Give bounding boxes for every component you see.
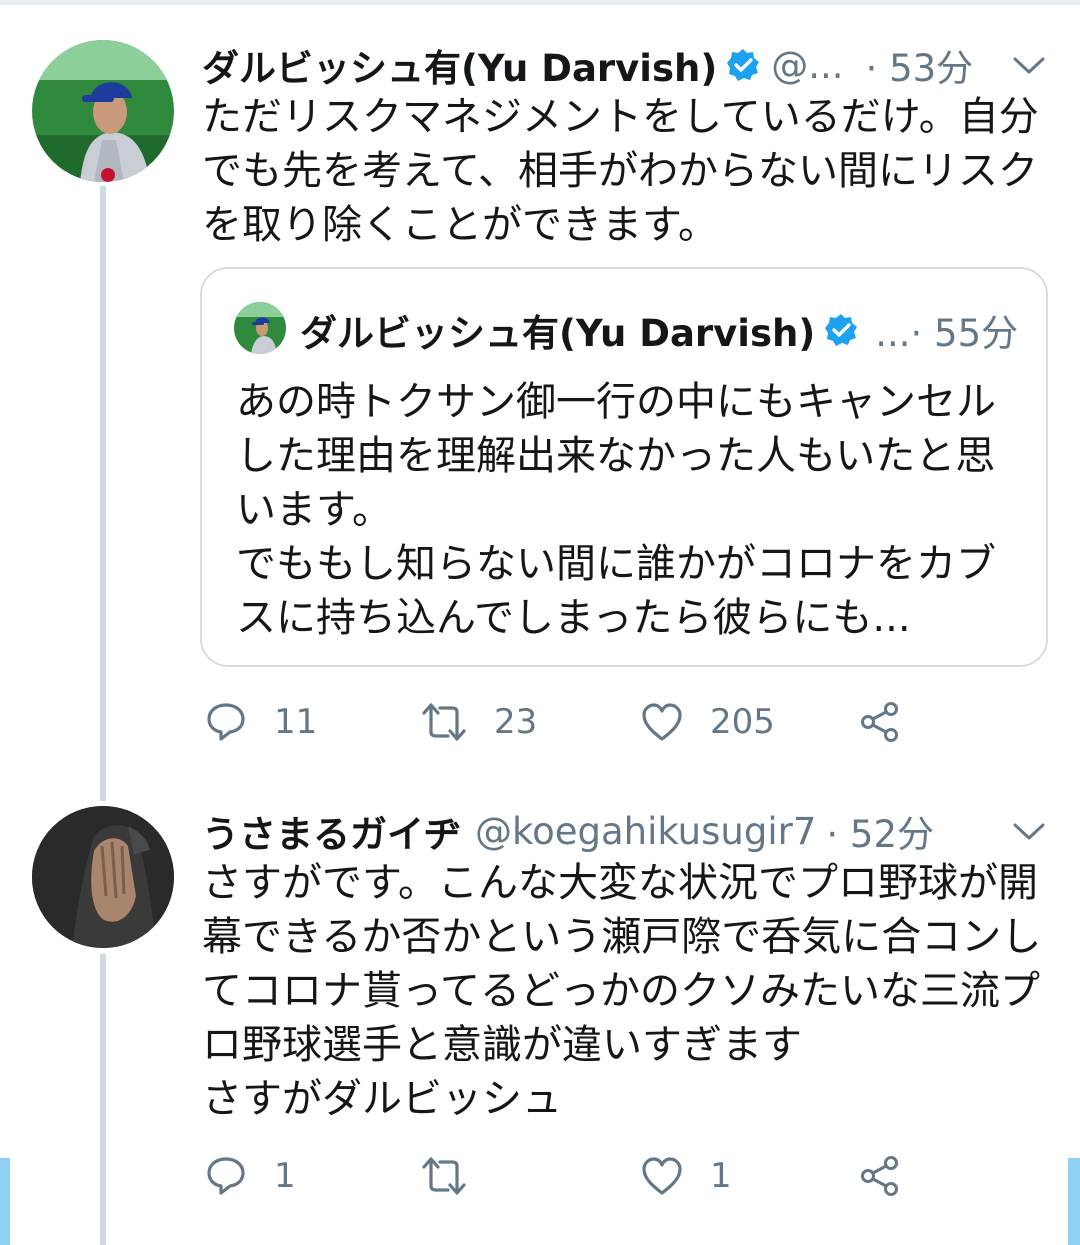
author-name[interactable]: うさまるガイヂ xyxy=(202,804,461,858)
reply-button[interactable]: 11 xyxy=(204,700,317,744)
quote-header: ダルビッシュ有(Yu Darvish) ...· 55分 xyxy=(300,303,1018,357)
thread-connector-line xyxy=(100,186,106,801)
tweet-header: うさまるガイヂ @koegahikusugir7 · 52分 xyxy=(202,804,934,858)
chevron-down-icon[interactable] xyxy=(1012,822,1046,842)
tweet-header: ダルビッシュ有(Yu Darvish) @... · 53分 xyxy=(202,38,973,92)
chevron-down-icon[interactable] xyxy=(1012,56,1046,76)
quoted-tweet-card[interactable]: ダルビッシュ有(Yu Darvish) ...· 55分 あの時トクサン御一行の… xyxy=(200,267,1048,667)
reply-button[interactable]: 1 xyxy=(204,1154,296,1198)
share-button[interactable] xyxy=(858,1154,902,1198)
scroll-edge-indicator xyxy=(1068,1158,1080,1245)
thread-connector-line xyxy=(100,954,106,1245)
reply-icon xyxy=(207,703,245,741)
verified-badge-icon xyxy=(725,47,761,83)
quote-text: あの時トクサン御一行の中にもキャンセルした理由を理解出来なかった人もいたと思いま… xyxy=(236,379,996,641)
quote-meta: ...· 55分 xyxy=(875,312,1019,355)
retweet-button[interactable] xyxy=(420,1156,494,1196)
tweet-time[interactable]: · 53分 xyxy=(866,38,974,92)
share-icon xyxy=(861,702,898,742)
like-button[interactable]: 205 xyxy=(640,700,775,744)
retweet-icon xyxy=(422,703,466,741)
scroll-edge-indicator xyxy=(0,1158,10,1245)
reply-count: 11 xyxy=(274,702,318,742)
like-button[interactable]: 1 xyxy=(640,1154,732,1198)
reply-icon xyxy=(207,1157,245,1195)
retweet-count: 23 xyxy=(494,702,538,742)
like-icon xyxy=(642,1157,682,1195)
verified-badge-icon xyxy=(823,312,859,348)
tweet-text: さすがです。こんな大変な状況でプロ野球が開幕できるか否かという瀬戸際で呑気に合コ… xyxy=(202,860,1042,1122)
author-name[interactable]: ダルビッシュ有(Yu Darvish) xyxy=(202,38,717,92)
avatar[interactable] xyxy=(32,806,174,948)
author-handle[interactable]: @... xyxy=(771,44,843,87)
like-count: 1 xyxy=(710,1156,732,1196)
author-handle[interactable]: @koegahikusugir7 xyxy=(475,810,816,853)
top-divider xyxy=(0,0,1080,5)
retweet-icon xyxy=(422,1157,466,1195)
quote-avatar xyxy=(234,302,286,354)
like-icon xyxy=(642,703,682,741)
share-icon xyxy=(861,1156,898,1196)
like-count: 205 xyxy=(710,702,775,742)
quote-author-name: ダルビッシュ有(Yu Darvish) xyxy=(300,312,816,355)
tweet-text: ただリスクマネジメントをしているだけ。自分でも先を考えて、相手がわからない間にリ… xyxy=(202,94,1039,248)
tweet-time[interactable]: · 52分 xyxy=(826,804,934,858)
share-button[interactable] xyxy=(858,700,902,744)
reply-count: 1 xyxy=(274,1156,296,1196)
retweet-button[interactable]: 23 xyxy=(420,702,537,742)
avatar[interactable] xyxy=(32,40,174,182)
